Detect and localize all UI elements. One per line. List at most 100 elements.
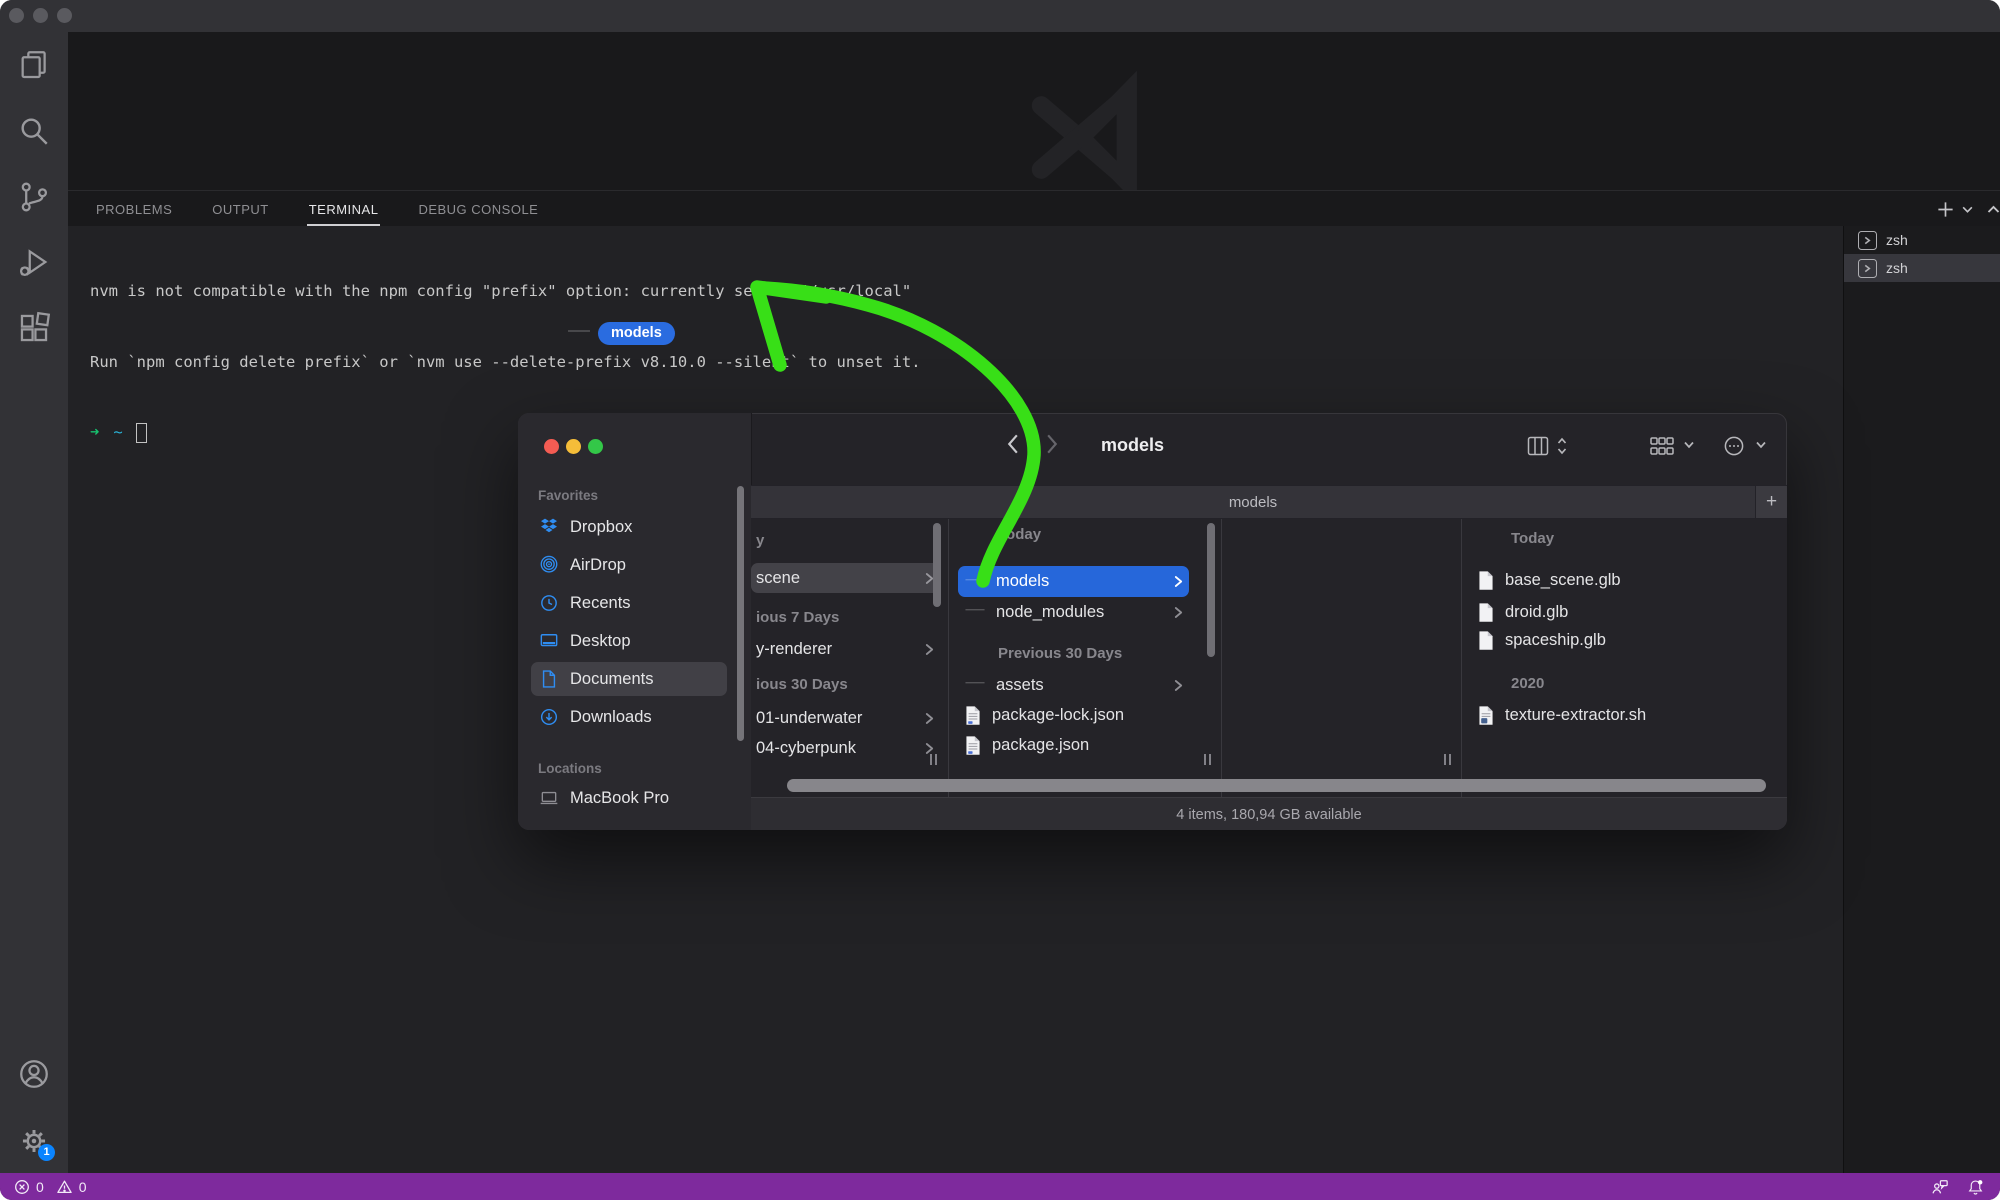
prompt-arrow: ➜ [90,421,99,445]
group-header: 2020 [1511,675,1544,692]
finder-row-scene[interactable]: scene [751,563,940,593]
terminal-list-item-selected[interactable]: zsh [1844,254,2000,282]
json-file-icon [964,735,982,756]
column-resize-handle[interactable] [930,754,939,765]
panel-actions [1936,191,2000,227]
back-button[interactable] [1006,433,1019,462]
settings-gear-icon[interactable]: 1 [17,1124,51,1158]
prompt-path: ~ [113,421,122,445]
finder-row-package-lock[interactable]: package-lock.json [964,701,1189,729]
terminal-list-item[interactable]: zsh [1844,226,2000,254]
terminal-list-panel: zsh zsh [1843,226,2000,1173]
finder-sidebar: Favorites Dropbox AirDrop Recents [518,413,752,830]
group-header: Previous 30 Days [998,645,1122,662]
terminal-icon [1858,231,1877,250]
sidebar-scrollbar[interactable] [737,486,744,741]
finder-zoom-button[interactable] [588,439,603,454]
document-icon [539,669,559,689]
sidebar-item-recents[interactable]: Recents [531,586,727,620]
account-icon[interactable] [17,1057,51,1091]
locations-section-title: Locations [538,761,602,776]
column-resize-handle[interactable] [1204,754,1213,765]
tab-debug-console[interactable]: DEBUG CONSOLE [418,202,538,217]
maximize-panel-icon[interactable] [1986,202,2000,217]
file-icon [1477,570,1495,591]
terminal-list-label: zsh [1886,260,1908,276]
problems-status[interactable]: 0 0 [0,1179,87,1195]
finder-row-underwater[interactable]: 01-underwater [751,704,940,732]
vscode-titlebar [0,0,2000,32]
finder-row-node-modules[interactable]: node_modules [964,598,1189,626]
finder-row-models-selected[interactable]: models [958,566,1189,597]
new-tab-button[interactable]: + [1755,486,1787,518]
sidebar-item-macbook-pro[interactable]: MacBook Pro [531,781,727,815]
finder-minimize-button[interactable] [566,439,581,454]
finder-column-3: Today base_scene.glb droid.glb spaceship… [1462,519,1701,797]
finder-row-base-scene[interactable]: base_scene.glb [1477,566,1693,594]
vscode-logo-watermark [1031,65,1179,210]
sidebar-item-documents[interactable]: Documents [531,662,727,696]
dropbox-icon [539,517,559,537]
extensions-icon[interactable] [17,311,51,345]
tab-output[interactable]: OUTPUT [212,202,268,217]
notifications-bell-icon[interactable] [1967,1178,1984,1196]
column-scrollbar[interactable] [933,523,941,607]
sidebar-item-label: Dropbox [570,518,632,537]
sidebar-item-desktop[interactable]: Desktop [531,624,727,658]
sidebar-item-label: Downloads [570,708,652,727]
zoom-window-button[interactable] [57,8,72,23]
horizontal-scrollbar[interactable] [787,779,1766,792]
view-updown-chevrons-icon[interactable] [1556,436,1568,456]
folder-icon [964,675,986,695]
new-terminal-icon[interactable] [1936,200,1955,219]
tab-terminal[interactable]: TERMINAL [309,202,379,217]
sidebar-item-label: Documents [570,670,653,689]
sidebar-item-dropbox[interactable]: Dropbox [531,510,727,544]
column-divider [1221,519,1222,797]
tab-problems[interactable]: PROBLEMS [96,202,172,217]
chevron-down-icon[interactable] [1755,440,1767,450]
warning-count: 0 [79,1179,87,1195]
folder-icon [566,322,592,345]
search-icon[interactable] [17,114,51,148]
column-scrollbar[interactable] [1207,523,1215,657]
sidebar-item-label: Recents [570,594,631,613]
finder-row-package-json[interactable]: package.json [964,731,1189,759]
column-resize-handle[interactable] [1444,754,1453,765]
drag-ghost-label: models [598,322,675,345]
forward-button[interactable] [1046,433,1059,462]
finder-row-texture-extractor[interactable]: texture-extractor.sh [1477,701,1693,729]
source-control-icon[interactable] [17,180,51,214]
finder-row-renderer[interactable]: y-renderer [751,635,940,663]
activity-bar: 1 [0,32,68,1173]
finder-row-assets[interactable]: assets [964,671,1189,699]
minimize-window-button[interactable] [33,8,48,23]
finder-row-droid[interactable]: droid.glb [1477,598,1693,626]
chevron-right-icon [925,712,934,725]
file-icon [1477,602,1495,623]
folder-icon [964,602,986,622]
airdrop-icon [539,555,559,575]
terminal-cursor [136,423,147,443]
column-view-icon[interactable] [1526,435,1550,457]
settings-badge: 1 [38,1144,55,1161]
sidebar-item-airdrop[interactable]: AirDrop [531,548,727,582]
finder-row-cyberpunk[interactable]: 04-cyberpunk [751,734,940,762]
drag-ghost-models-folder[interactable]: models [566,322,675,345]
finder-tab-models[interactable]: models [751,486,1755,518]
terminal-dropdown-icon[interactable] [1961,203,1974,216]
finder-window: Favorites Dropbox AirDrop Recents [518,413,1787,830]
finder-close-button[interactable] [544,439,559,454]
group-header: Today [1511,530,1554,547]
chevron-down-icon[interactable] [1683,440,1695,450]
group-by-icon[interactable] [1649,436,1675,456]
close-window-button[interactable] [9,8,24,23]
sidebar-item-downloads[interactable]: Downloads [531,700,727,734]
feedback-icon[interactable] [1930,1178,1949,1196]
finder-toolbar: models [751,413,1787,485]
more-actions-icon[interactable] [1723,435,1745,457]
terminal-line: nvm is not compatible with the npm confi… [90,280,921,304]
run-debug-icon[interactable] [17,245,51,279]
finder-row-spaceship[interactable]: spaceship.glb [1477,626,1693,654]
explorer-icon[interactable] [17,48,51,82]
